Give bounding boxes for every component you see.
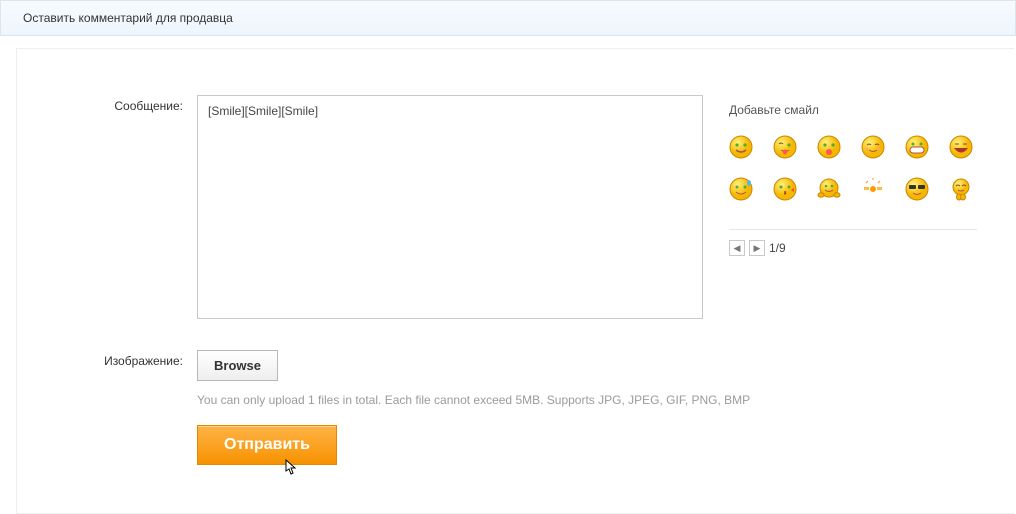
message-label: Сообщение: (91, 95, 197, 113)
smile-icon[interactable] (729, 135, 753, 159)
grin-wide-icon[interactable] (905, 135, 929, 159)
pray-icon[interactable] (949, 177, 973, 201)
emoji-panel-title: Добавьте смайл (729, 103, 977, 117)
emoji-grid (729, 135, 977, 201)
emoji-panel: Добавьте смайл ◀ ▶ 1/9 (729, 95, 977, 256)
divider (729, 229, 977, 230)
sweat-smile-icon[interactable] (729, 177, 753, 201)
image-row: Изображение: Browse You can only upload … (91, 350, 1014, 483)
pager-prev-button[interactable]: ◀ (729, 240, 745, 256)
pager-text: 1/9 (769, 241, 786, 255)
pager-next-button[interactable]: ▶ (749, 240, 765, 256)
blush-icon[interactable] (861, 135, 885, 159)
emoji-pager: ◀ ▶ 1/9 (729, 240, 977, 256)
upload-hint: You can only upload 1 files in total. Ea… (197, 393, 750, 407)
page-title: Оставить комментарий для продавца (23, 11, 233, 25)
submit-button[interactable]: Отправить (197, 425, 337, 465)
message-field (197, 95, 703, 322)
message-row: Сообщение: Добавьте смайл (91, 95, 1014, 322)
kiss-icon[interactable] (773, 177, 797, 201)
cool-icon[interactable] (905, 177, 929, 201)
image-field: Browse You can only upload 1 files in to… (197, 350, 750, 483)
image-label: Изображение: (91, 350, 197, 368)
page-header: Оставить комментарий для продавца (0, 0, 1016, 36)
laugh-icon[interactable] (949, 135, 973, 159)
tongue-wink-icon[interactable] (773, 135, 797, 159)
tongue-icon[interactable] (817, 135, 841, 159)
hug-icon[interactable] (817, 177, 841, 201)
confetti-icon[interactable] (861, 177, 885, 201)
browse-button[interactable]: Browse (197, 350, 278, 381)
form-container: Сообщение: Добавьте смайл (16, 48, 1014, 514)
message-textarea[interactable] (197, 95, 703, 319)
